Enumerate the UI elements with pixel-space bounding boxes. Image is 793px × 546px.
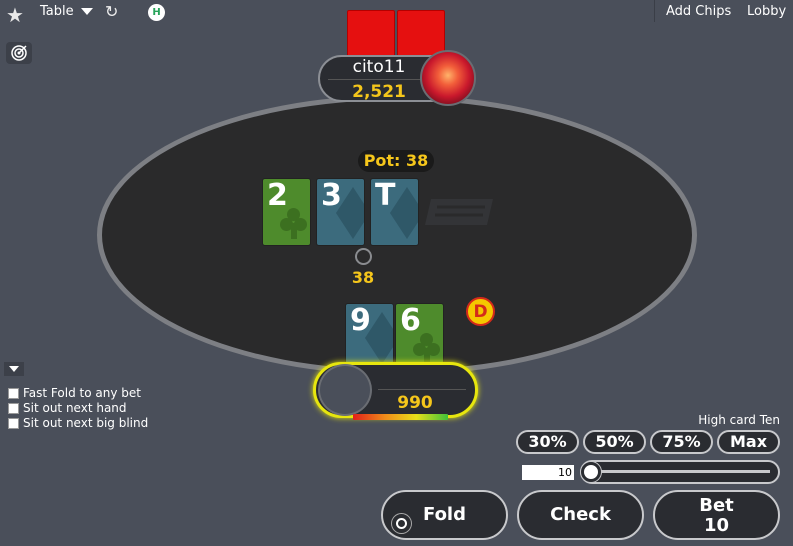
table-menu-label: Table (40, 4, 74, 19)
refresh-icon[interactable]: ↻ (105, 2, 118, 21)
options-toggle[interactable] (4, 362, 24, 376)
fast-fold-checkbox[interactable]: Fast Fold to any bet (8, 386, 141, 400)
chevron-down-icon (80, 8, 93, 15)
target-icon-graphic (11, 45, 27, 61)
opponent-plate-divider (328, 79, 428, 80)
bet-button-amount: 10 (703, 515, 730, 536)
checkbox-box[interactable] (8, 387, 19, 399)
fast-fold-label: Fast Fold to any bet (23, 386, 141, 400)
add-chips-link[interactable]: Add Chips (666, 4, 731, 19)
table-menu-dropdown[interactable]: Table (40, 4, 93, 19)
sit-out-next-hand-label: Sit out next hand (23, 401, 127, 415)
card-rank: 9 (350, 303, 371, 338)
opponent-avatar[interactable] (420, 50, 476, 106)
lobby-link[interactable]: Lobby (747, 4, 786, 19)
favorite-star-icon[interactable]: ★ (6, 3, 24, 27)
hero-hole-card: 9 (345, 303, 394, 371)
hand-strength-label: High card Ten (698, 413, 780, 427)
club-suit-icon (280, 205, 308, 241)
sit-out-big-blind-checkbox[interactable]: Sit out next big blind (8, 416, 148, 430)
hero-avatar[interactable] (318, 364, 372, 416)
hero-stack: 990 (397, 393, 433, 413)
hero-hole-card: 6 (395, 303, 444, 371)
check-button[interactable]: Check (517, 490, 644, 540)
card-rank: 3 (321, 178, 342, 213)
topbar-divider (654, 0, 655, 22)
bet-button[interactable]: Bet 10 (653, 490, 780, 540)
club-suit-icon (413, 330, 441, 366)
pot-label: Pot: 38 (358, 150, 434, 172)
action-timer-bar (353, 414, 448, 420)
sit-out-big-blind-label: Sit out next big blind (23, 416, 149, 430)
card-rank: T (375, 178, 396, 213)
bet-button-label: Bet (699, 495, 734, 516)
board-card: T (370, 178, 419, 246)
bet-slider-handle[interactable] (581, 462, 601, 482)
bet-chip-icon (355, 248, 372, 265)
opponent-card-back (347, 10, 395, 58)
board-card: 2 (262, 178, 311, 246)
chevron-down-icon (9, 366, 19, 372)
target-icon[interactable] (6, 42, 32, 64)
preset-max-button[interactable]: Max (717, 430, 780, 454)
pre-select-fold-radio[interactable] (392, 514, 411, 533)
checkbox-box[interactable] (8, 402, 19, 414)
check-button-label: Check (550, 504, 611, 525)
table-logo-watermark (423, 196, 495, 236)
sit-out-next-hand-checkbox[interactable]: Sit out next hand (8, 401, 127, 415)
bet-amount-input[interactable]: 10 (522, 465, 574, 480)
hero-plate-divider (378, 389, 466, 390)
checkbox-box[interactable] (8, 417, 19, 429)
board-card: 3 (316, 178, 365, 246)
hud-badge-icon[interactable]: H (148, 4, 165, 21)
bet-slider-track-line (590, 470, 770, 473)
preset-30-button[interactable]: 30% (516, 430, 579, 454)
player-bet-amount: 38 (351, 268, 375, 287)
fold-button-label: Fold (423, 504, 466, 525)
preset-75-button[interactable]: 75% (650, 430, 713, 454)
preset-50-button[interactable]: 50% (583, 430, 646, 454)
logo-watermark-graphic (425, 199, 493, 225)
dealer-button: D (466, 297, 495, 326)
